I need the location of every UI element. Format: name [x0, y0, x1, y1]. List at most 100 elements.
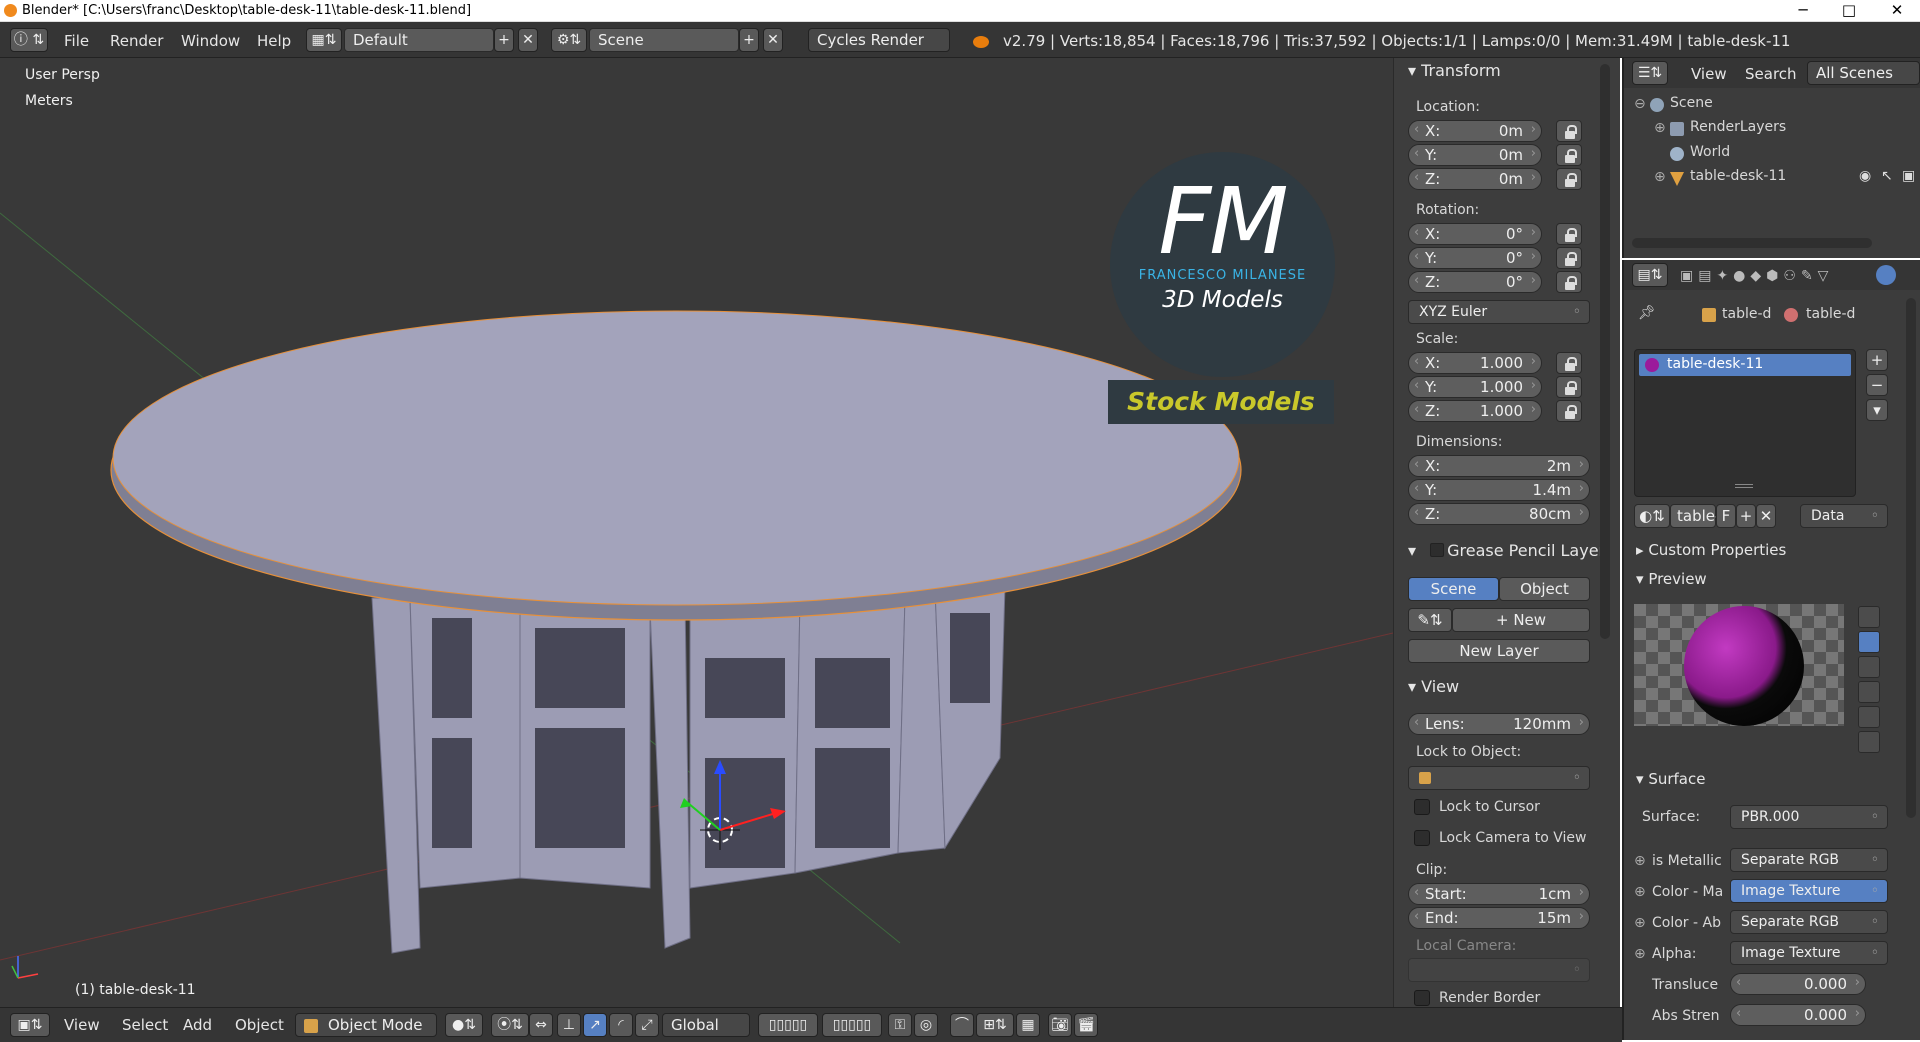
- grease-pencil-panel-header[interactable]: ▾ Grease Pencil Layer: [1408, 541, 1605, 560]
- lock-location-z-icon[interactable]: [1556, 168, 1582, 190]
- interaction-mode-dropdown[interactable]: Object Mode: [295, 1013, 437, 1037]
- menu-render[interactable]: Render: [110, 32, 163, 50]
- lock-object-field[interactable]: [1408, 766, 1590, 790]
- lock-layers-icon[interactable]: ⚿: [888, 1013, 912, 1037]
- outliner-item-table-desk[interactable]: table-desk-11: [1690, 168, 1786, 184]
- viewport-shading-dropdown[interactable]: ●⇅: [445, 1013, 483, 1037]
- context-tab-icons[interactable]: ▣▤✦●◆⬢⚇✎▽: [1680, 268, 1833, 284]
- material-datablock-name[interactable]: table-: [1670, 504, 1720, 528]
- preview-world-icon[interactable]: [1858, 731, 1880, 753]
- outliner-display-mode-dropdown[interactable]: All Scenes: [1807, 61, 1920, 85]
- scale-manipulator-icon[interactable]: ⤢: [635, 1013, 659, 1037]
- menu-object[interactable]: Object: [235, 1016, 284, 1034]
- add-material-slot-button[interactable]: +: [1866, 349, 1888, 371]
- lock-scale-z-icon[interactable]: [1556, 400, 1582, 422]
- menu-window[interactable]: Window: [181, 32, 240, 50]
- 3d-viewport[interactable]: User Persp Meters (1) table-desk-11 FM F…: [0, 58, 1393, 1007]
- manipulator-toggle-icon[interactable]: ⇔: [529, 1013, 553, 1037]
- lock-location-x-icon[interactable]: [1556, 120, 1582, 142]
- renderability-camera-icon[interactable]: ▣: [1902, 168, 1915, 184]
- remove-layout-icon[interactable]: ✕: [518, 28, 538, 52]
- opengl-render-icon[interactable]: 📷︎: [1048, 1013, 1072, 1037]
- material-tab-icon[interactable]: [1876, 265, 1896, 285]
- render-engine-dropdown[interactable]: Cycles Render: [808, 28, 950, 52]
- move-manipulator-icon[interactable]: ↗: [583, 1013, 607, 1037]
- scene-expand-icon[interactable]: ⊖: [1634, 96, 1646, 112]
- list-resize-handle[interactable]: [1735, 484, 1753, 488]
- rotation-y-field[interactable]: Y:0°: [1408, 247, 1542, 269]
- scene-browse-button[interactable]: ⚙⇅: [551, 28, 587, 52]
- outliner-menu-view[interactable]: View: [1691, 65, 1727, 83]
- preview-cube-icon[interactable]: [1858, 656, 1880, 678]
- editor-type-info-button[interactable]: ⓘ ⇅: [10, 28, 48, 52]
- npanel-scrollbar[interactable]: [1600, 64, 1610, 639]
- metallic-input-node[interactable]: Separate RGB: [1730, 848, 1888, 872]
- menu-select[interactable]: Select: [122, 1016, 168, 1034]
- dimensions-y-field[interactable]: Y:1.4m: [1408, 479, 1590, 501]
- preview-hair-icon[interactable]: [1858, 706, 1880, 728]
- close-button[interactable]: ✕: [1874, 0, 1920, 22]
- renderlayers-expand-icon[interactable]: ⊕: [1654, 120, 1666, 136]
- preview-panel-header[interactable]: ▾ Preview: [1636, 570, 1707, 588]
- translate-manipulator-icon[interactable]: ⊥: [557, 1013, 581, 1037]
- alpha-input-node[interactable]: Image Texture: [1730, 941, 1888, 965]
- grease-tab-object[interactable]: Object: [1499, 577, 1590, 601]
- remove-scene-icon[interactable]: ✕: [763, 28, 783, 52]
- pivot-point-dropdown[interactable]: ⦿⇅: [491, 1013, 529, 1037]
- material-specials-button[interactable]: ▾: [1866, 399, 1888, 421]
- surface-panel-header[interactable]: ▾ Surface: [1636, 770, 1705, 788]
- dimensions-z-field[interactable]: Z:80cm: [1408, 503, 1590, 525]
- remove-material-slot-button[interactable]: −: [1866, 374, 1888, 396]
- opengl-animation-icon[interactable]: 🎬︎: [1074, 1013, 1098, 1037]
- render-border-checkbox[interactable]: [1414, 990, 1430, 1006]
- snap-target-icon[interactable]: ▦: [1016, 1013, 1040, 1037]
- transform-orientation-dropdown[interactable]: Global: [662, 1013, 750, 1037]
- selectability-cursor-icon[interactable]: ↖: [1881, 168, 1893, 184]
- outliner-scrollbar[interactable]: [1632, 238, 1872, 248]
- surface-shader-dropdown[interactable]: PBR.000: [1730, 805, 1888, 829]
- layers-row-1[interactable]: ▯▯▯▯▯: [758, 1013, 818, 1037]
- material-browse-button[interactable]: ◐⇅: [1634, 504, 1670, 528]
- rotation-x-field[interactable]: X:0°: [1408, 223, 1542, 245]
- lock-rotation-x-icon[interactable]: [1556, 223, 1582, 245]
- lock-scale-y-icon[interactable]: [1556, 376, 1582, 398]
- scale-z-field[interactable]: Z:1.000: [1408, 400, 1542, 422]
- lock-camera-checkbox[interactable]: [1414, 830, 1430, 846]
- maximize-button[interactable]: □: [1826, 0, 1872, 22]
- grease-tab-scene[interactable]: Scene: [1408, 577, 1499, 601]
- preview-monkey-icon[interactable]: [1858, 681, 1880, 703]
- unlink-material-icon[interactable]: ✕: [1756, 504, 1776, 528]
- translucency-field[interactable]: 0.000: [1730, 973, 1866, 995]
- properties-scrollbar[interactable]: [1906, 298, 1916, 818]
- snap-element-dropdown[interactable]: ⊞⇅: [976, 1013, 1014, 1037]
- add-layout-icon[interactable]: +: [494, 28, 514, 52]
- object-expand-icon[interactable]: ⊕: [1654, 169, 1666, 185]
- 3d-editor-type-button[interactable]: ▣⇅: [10, 1013, 50, 1037]
- material-link-dropdown[interactable]: Data: [1800, 504, 1888, 528]
- lock-to-cursor-checkbox[interactable]: [1414, 799, 1430, 815]
- scale-y-field[interactable]: Y:1.000: [1408, 376, 1542, 398]
- material-slot-row[interactable]: table-desk-11: [1639, 354, 1851, 376]
- outliner-item-renderlayers[interactable]: RenderLayers: [1690, 119, 1786, 135]
- lock-scale-x-icon[interactable]: [1556, 352, 1582, 374]
- local-camera-field[interactable]: [1408, 958, 1590, 982]
- view-panel-header[interactable]: ▾ View: [1408, 677, 1459, 696]
- transform-panel-header[interactable]: ▾ Transform: [1408, 61, 1501, 80]
- scene-field[interactable]: Scene: [589, 28, 739, 52]
- custom-properties-panel-header[interactable]: ▸ Custom Properties: [1636, 541, 1786, 559]
- rotation-z-field[interactable]: Z:0°: [1408, 271, 1542, 293]
- outliner-menu-search[interactable]: Search: [1745, 65, 1797, 83]
- preview-flat-icon[interactable]: [1858, 606, 1880, 628]
- screen-layout-browse-button[interactable]: ▦⇅: [306, 28, 342, 52]
- new-material-icon[interactable]: +: [1736, 504, 1756, 528]
- grease-pencil-enable-checkbox[interactable]: [1430, 543, 1444, 557]
- location-z-field[interactable]: Z:0m: [1408, 168, 1542, 190]
- outliner-item-world[interactable]: World: [1690, 144, 1730, 160]
- color-ma-input-node[interactable]: Image Texture: [1730, 879, 1888, 903]
- pencil-browse-icon[interactable]: ✎⇅: [1408, 608, 1452, 632]
- menu-help[interactable]: Help: [257, 32, 291, 50]
- proportional-edit-icon[interactable]: ◎: [914, 1013, 938, 1037]
- menu-view[interactable]: View: [64, 1016, 100, 1034]
- new-grease-button[interactable]: + New: [1452, 608, 1590, 632]
- add-scene-icon[interactable]: +: [739, 28, 759, 52]
